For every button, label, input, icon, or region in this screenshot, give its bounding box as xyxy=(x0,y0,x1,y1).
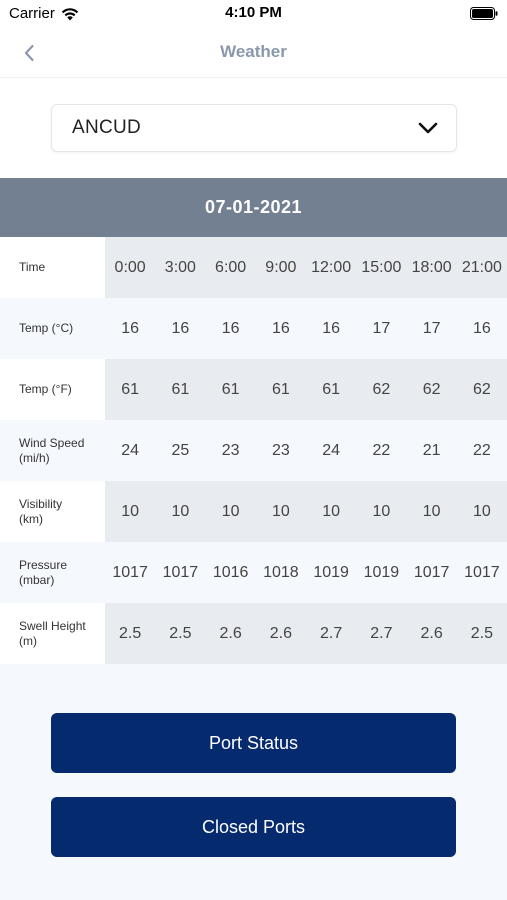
table-cell: 1018 xyxy=(263,563,299,581)
table-cell: 3:00 xyxy=(164,258,196,276)
table-cell: 17 xyxy=(372,319,391,337)
table-cell: 2.7 xyxy=(370,624,393,642)
table-cell: 15:00 xyxy=(361,258,402,276)
table-cell: 24 xyxy=(121,441,140,459)
location-select[interactable]: ANCUD xyxy=(51,104,457,152)
table-cell: 9:00 xyxy=(265,258,297,276)
table-cell: 10 xyxy=(221,502,240,520)
actions-area xyxy=(0,664,507,900)
table-cell: 61 xyxy=(271,380,290,398)
row-values: 61 61 61 61 61 62 62 62 xyxy=(105,359,507,420)
table-cell: 2.6 xyxy=(269,624,292,642)
table-cell: 2.6 xyxy=(219,624,242,642)
table-cell: 1017 xyxy=(112,563,148,581)
table-cell: 62 xyxy=(472,380,491,398)
table-cell: 2.5 xyxy=(119,624,142,642)
row-label: Wind Speed (mi/h) xyxy=(0,420,105,481)
table-cell: 1017 xyxy=(464,563,500,581)
table-cell: 61 xyxy=(121,380,140,398)
table-row: Wind Speed (mi/h) 24 25 23 23 24 22 21 22 xyxy=(0,420,507,481)
status-time: 4:10 PM xyxy=(225,4,282,21)
table-row: Temp (°F) 61 61 61 61 61 62 62 62 xyxy=(0,359,507,420)
row-values: 0:00 3:00 6:00 9:00 12:00 15:00 18:00 21:00 xyxy=(105,237,507,298)
table-cell: 62 xyxy=(372,380,391,398)
table-cell: 61 xyxy=(322,380,341,398)
forecast-date: 07-01-2021 xyxy=(204,197,303,217)
row-label: Pressure (mbar) xyxy=(0,542,105,603)
table-cell: 16 xyxy=(472,319,491,337)
table-cell: 16 xyxy=(271,319,290,337)
table-cell: 10 xyxy=(171,502,190,520)
table-cell: 61 xyxy=(221,380,240,398)
table-cell: 24 xyxy=(322,441,341,459)
table-row: Time 0:00 3:00 6:00 9:00 12:00 15:00 18:00 21:00 xyxy=(0,237,507,298)
table-cell: 22 xyxy=(372,441,391,459)
row-label: Temp (°F) xyxy=(0,359,105,420)
status-bar: Carrier 4:10 PM xyxy=(0,0,507,28)
battery-icon xyxy=(470,7,498,20)
forecast-table: Time 0:00 3:00 6:00 9:00 12:00 15:00 18:00 21:00… xyxy=(0,237,507,664)
table-cell: 10 xyxy=(271,502,290,520)
table-cell: 16 xyxy=(221,319,240,337)
port-status-button[interactable]: Port Status xyxy=(51,713,456,773)
table-cell: 10 xyxy=(472,502,491,520)
row-label: Swell Height (m) xyxy=(0,603,105,664)
table-cell: 1019 xyxy=(363,563,400,581)
table-cell: 2.5 xyxy=(470,624,493,642)
location-select-value: ANCUD xyxy=(72,117,142,138)
table-cell: 22 xyxy=(472,441,491,459)
table-cell: 21 xyxy=(422,441,441,459)
table-cell: 1019 xyxy=(313,563,349,581)
chevron-down-icon xyxy=(418,122,438,134)
table-cell: 16 xyxy=(171,319,190,337)
table-cell: 2.5 xyxy=(169,624,192,642)
table-cell: 2.7 xyxy=(320,624,343,642)
table-cell: 10 xyxy=(121,502,140,520)
table-cell: 6:00 xyxy=(215,258,247,276)
row-values: 10 10 10 10 10 10 10 10 xyxy=(105,481,507,542)
table-cell: 18:00 xyxy=(411,258,452,276)
table-cell: 25 xyxy=(171,441,190,459)
table-cell: 61 xyxy=(171,380,190,398)
row-values: 1017 1017 1016 1018 1019 1019 1017 1017 xyxy=(105,542,507,603)
table-cell: 0:00 xyxy=(114,258,146,276)
table-cell: 23 xyxy=(221,441,240,459)
table-row: Swell Height (m) 2.5 2.5 2.6 2.6 2.7 2.7 2.6 2.5 xyxy=(0,603,507,664)
row-values: 16 16 16 16 16 17 17 16 xyxy=(105,298,507,359)
row-label: Time xyxy=(0,237,105,298)
table-cell: 2.6 xyxy=(420,624,443,642)
table-cell: 16 xyxy=(322,319,341,337)
row-label: Temp (°C) xyxy=(0,298,105,359)
table-cell: 1017 xyxy=(413,563,450,581)
table-cell: 62 xyxy=(422,380,441,398)
forecast-date-header: 07-01-2021 xyxy=(0,178,507,237)
row-values: 2.5 2.5 2.6 2.6 2.7 2.7 2.6 2.5 xyxy=(105,603,507,664)
page-title: Weather xyxy=(220,42,287,61)
table-cell: 23 xyxy=(271,441,290,459)
table-cell: 16 xyxy=(121,319,140,337)
nav-bar: Weather xyxy=(0,28,507,78)
table-cell: 10 xyxy=(372,502,391,520)
table-cell: 21:00 xyxy=(461,258,502,276)
table-cell: 10 xyxy=(422,502,441,520)
table-row: Visibility (km) 10 10 10 10 10 10 10 10 xyxy=(0,481,507,542)
row-values: 24 25 23 23 24 22 21 22 xyxy=(105,420,507,481)
closed-ports-button[interactable]: Closed Ports xyxy=(51,797,456,857)
table-cell: 1017 xyxy=(162,563,199,581)
table-cell: 12:00 xyxy=(311,258,352,276)
table-cell: 17 xyxy=(422,319,441,337)
table-row: Temp (°C) 16 16 16 16 16 17 17 16 xyxy=(0,298,507,359)
table-cell: 10 xyxy=(322,502,341,520)
row-label: Visibility (km) xyxy=(0,481,105,542)
table-cell: 1016 xyxy=(212,563,249,581)
table-row: Pressure (mbar) 1017 1017 1016 1018 1019 1019 10… xyxy=(0,542,507,603)
